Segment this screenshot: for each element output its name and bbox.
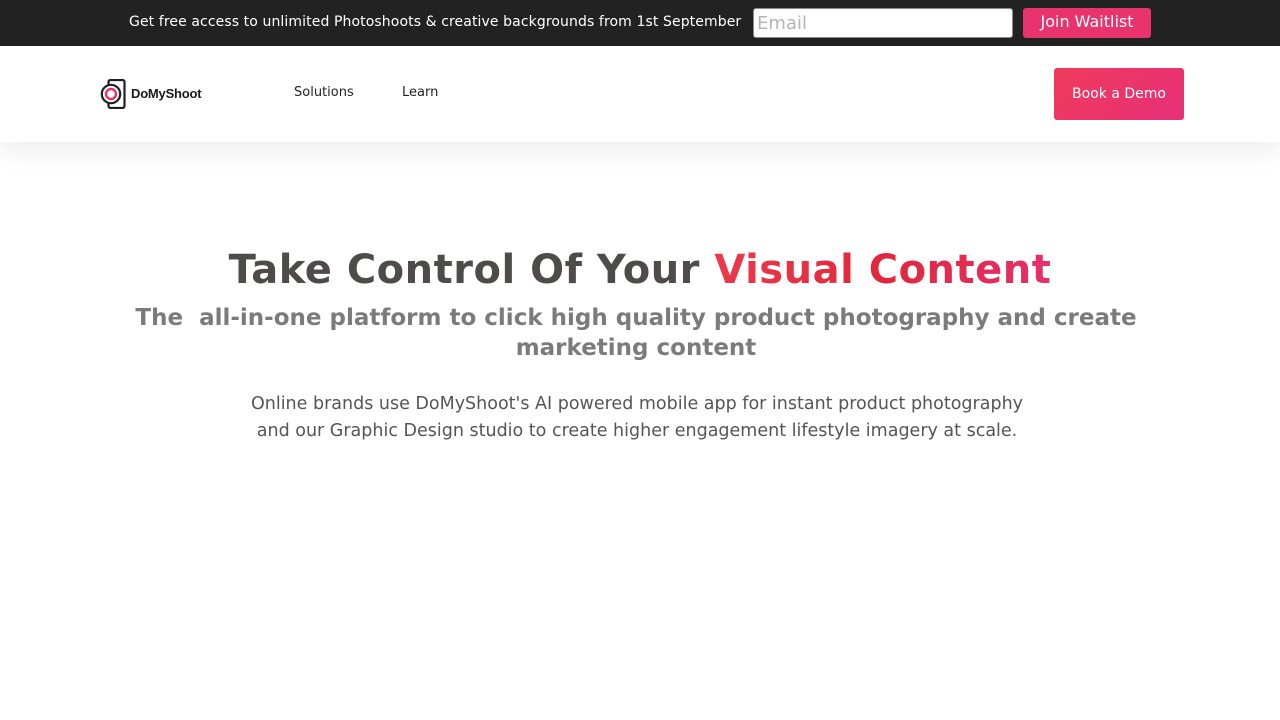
domyshoot-camera-logo-icon [100, 79, 126, 109]
announcement-text: Get free access to unlimited Photoshoots… [129, 14, 742, 30]
logo[interactable]: DoMyShoot [100, 79, 202, 109]
announcement-bar: Get free access to unlimited Photoshoots… [0, 0, 1280, 46]
hero-title-plain: Take Control Of Your [228, 247, 715, 293]
hero-subtitle: The all-in-one platform to click high qu… [135, 305, 1145, 361]
waitlist-email-input[interactable] [753, 8, 1013, 38]
join-waitlist-button[interactable]: Join Waitlist [1023, 8, 1151, 38]
hero-title-accent: Visual Content [714, 247, 1052, 293]
hero-title: Take Control Of Your Visual Content [0, 246, 1280, 294]
logo-text: DoMyShoot [131, 86, 202, 101]
hero-description-line-2: and our Graphic Design studio to create … [256, 421, 1018, 441]
book-demo-button[interactable]: Book a Demo [1054, 68, 1184, 120]
nav-item-learn[interactable]: Learn [402, 84, 438, 102]
hero-description: Online brands use DoMyShoot's AI powered… [220, 391, 1054, 445]
nav-item-solutions[interactable]: Solutions [294, 84, 354, 102]
hero-description-line-1: Online brands use DoMyShoot's AI powered… [250, 394, 1024, 414]
